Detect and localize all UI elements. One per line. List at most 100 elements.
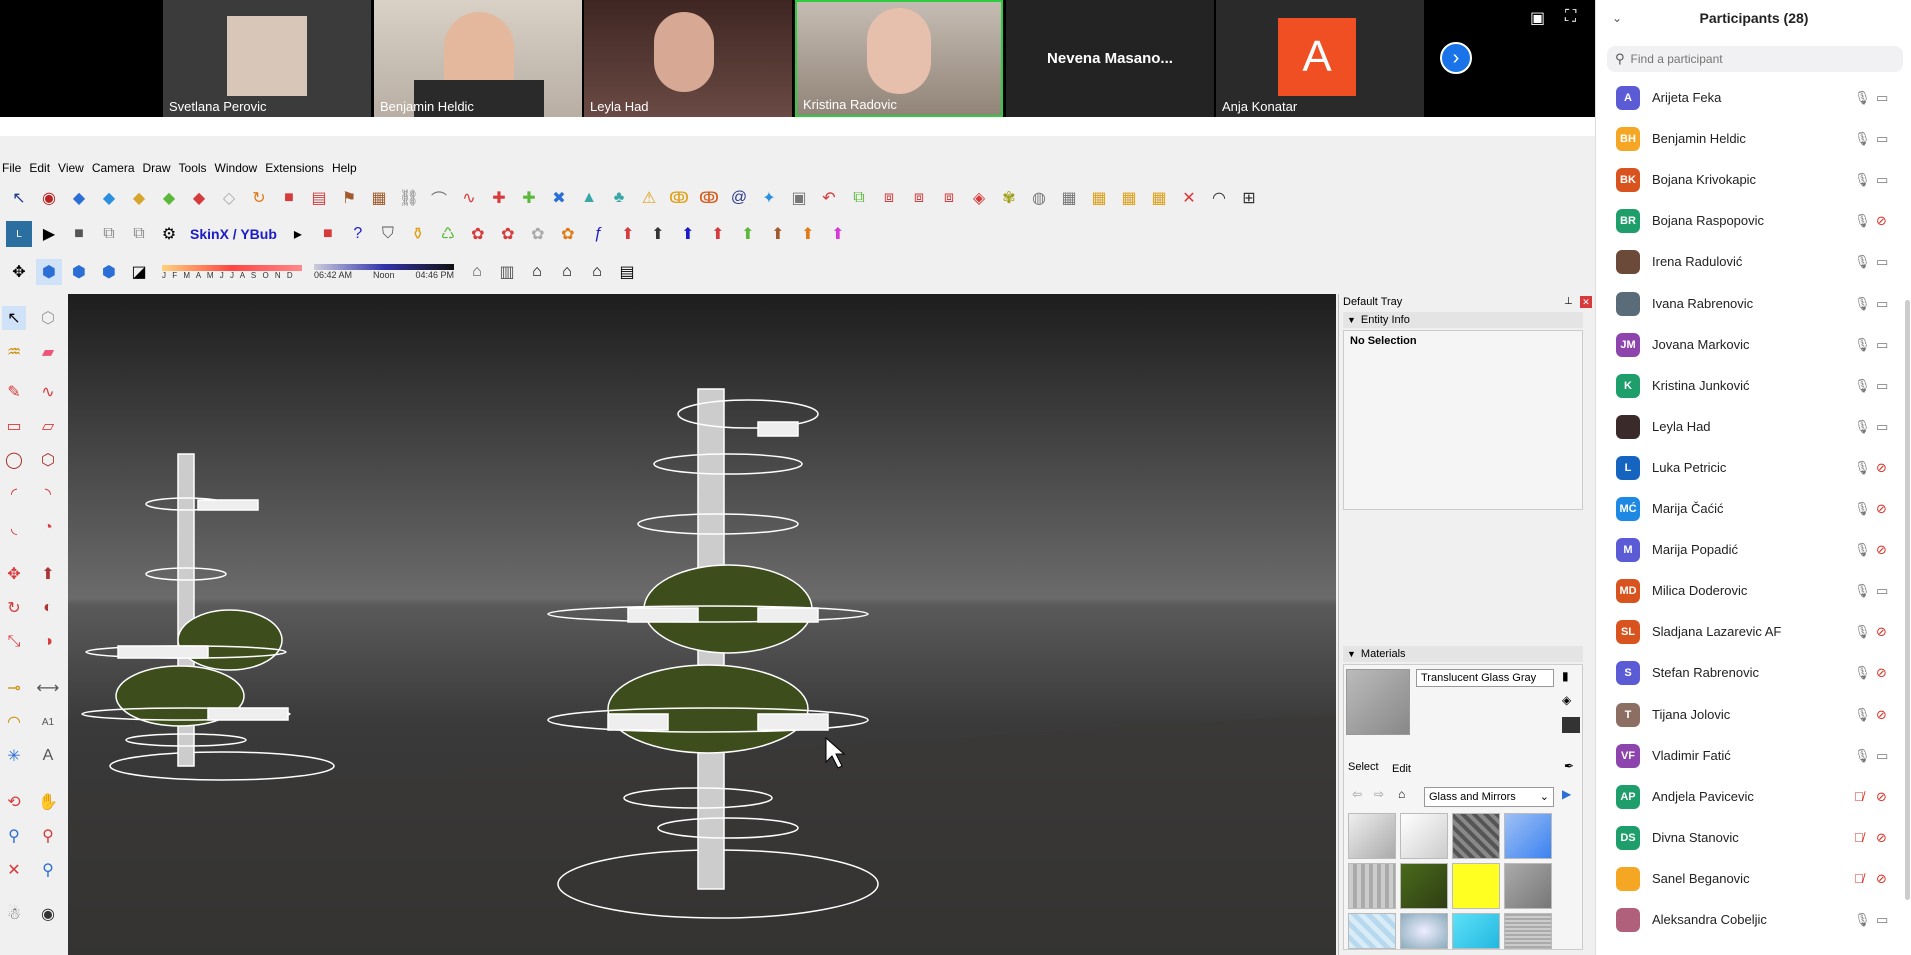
gear-red-icon[interactable]: ✿: [465, 221, 491, 247]
gear-icon[interactable]: ⚙: [156, 221, 182, 247]
material-swatch[interactable]: [1400, 913, 1448, 949]
mic-icon[interactable]: 🎙: [1854, 378, 1871, 394]
push-pull-icon[interactable]: ⬆: [36, 562, 60, 586]
materials-header[interactable]: ▼ Materials: [1343, 646, 1583, 662]
grid-select-icon[interactable]: ⊞: [1236, 185, 1262, 211]
axis-icon[interactable]: ⬆: [735, 221, 761, 247]
grid-orange-icon[interactable]: ▦: [1086, 185, 1112, 211]
arc3-icon[interactable]: ◟: [2, 516, 26, 540]
skinx-label[interactable]: SkinX / YBub: [186, 226, 281, 242]
home-icon[interactable]: ⌂: [1398, 787, 1405, 801]
axes-icon[interactable]: ✳: [2, 744, 26, 768]
camera-icon[interactable]: ▭: [1876, 254, 1888, 270]
move-icon[interactable]: ✥: [2, 562, 26, 586]
participant-row[interactable]: K Kristina Junković 🎙 ▭: [1596, 365, 1901, 406]
participant-row[interactable]: Irena Radulović 🎙 ▭: [1596, 241, 1901, 282]
scrollbar[interactable]: [1905, 300, 1910, 900]
axis-icon[interactable]: ⬆: [825, 221, 851, 247]
axis-icon[interactable]: ⬆: [675, 221, 701, 247]
camera-icon[interactable]: ▭: [1876, 296, 1888, 312]
puzzle-icon[interactable]: ⧉: [846, 185, 872, 211]
camera-icon[interactable]: ▭: [1876, 912, 1888, 928]
record-icon[interactable]: ■: [315, 221, 341, 247]
axis-icon[interactable]: ⬆: [795, 221, 821, 247]
camera-remove-icon[interactable]: ⧉: [126, 221, 152, 247]
bag-icon[interactable]: ⚱: [405, 221, 431, 247]
explode-icon[interactable]: ✕: [1176, 185, 1202, 211]
collapse-icon[interactable]: ▼: [1347, 649, 1356, 659]
grid-orange-icon[interactable]: ▦: [1146, 185, 1172, 211]
tab-edit[interactable]: Edit: [1392, 763, 1411, 775]
view-front-icon[interactable]: ⬢: [96, 259, 122, 285]
house-outline-icon[interactable]: ⌂: [584, 259, 610, 285]
arrow-right-icon[interactable]: ▸: [285, 221, 311, 247]
lumion-icon[interactable]: L: [6, 221, 32, 247]
eraser-icon[interactable]: ▰: [36, 340, 60, 364]
cross-red-icon[interactable]: ✚: [486, 185, 512, 211]
grid-box-icon[interactable]: ▦: [1056, 185, 1082, 211]
tag-icon[interactable]: ◈: [966, 185, 992, 211]
help-icon[interactable]: ?: [345, 221, 371, 247]
mic-icon[interactable]: 🎙: [1854, 748, 1871, 764]
shadow-settings[interactable]: J F M A M J J A S O N D 06:42 AM Noon 04…: [156, 264, 460, 280]
square-icon[interactable]: ■: [276, 185, 302, 211]
make-component-icon[interactable]: ⬡: [36, 306, 60, 330]
participant-row[interactable]: Leyla Had 🎙 ▭: [1596, 406, 1901, 447]
circle-icon[interactable]: ◯: [2, 448, 26, 472]
mic-icon[interactable]: 🎙: [1854, 542, 1871, 558]
cross-green-icon[interactable]: ✚: [516, 185, 542, 211]
video-tile[interactable]: Nevena Masano...: [1006, 0, 1214, 117]
camera-add-icon[interactable]: ⧉: [96, 221, 122, 247]
camera-icon[interactable]: ▭: [1876, 90, 1888, 106]
pie-icon[interactable]: ◔: [36, 516, 60, 540]
camera-icon[interactable]: ▭: [1876, 419, 1888, 435]
camera-icon[interactable]: ▭: [1876, 748, 1888, 764]
menu-edit[interactable]: Edit: [27, 161, 56, 175]
plane-red-icon[interactable]: ◆: [186, 185, 212, 211]
zoom-extents-icon[interactable]: ✕: [2, 858, 26, 882]
select-tool-icon[interactable]: ↖: [6, 185, 32, 211]
plane-yellow-icon[interactable]: ◆: [126, 185, 152, 211]
material-swatch[interactable]: [1452, 813, 1500, 859]
storage-icon[interactable]: ▤: [614, 259, 640, 285]
previous-view-icon[interactable]: ⚲: [36, 858, 60, 882]
view-iso-icon[interactable]: ⬢: [36, 259, 62, 285]
spiral-icon[interactable]: @: [726, 185, 752, 211]
participant-row[interactable]: L Luka Petricic 🎙 ⊘: [1596, 447, 1901, 488]
zoom-window-icon[interactable]: ⚲: [36, 824, 60, 848]
select-icon[interactable]: ↖: [2, 306, 26, 330]
arc-icon[interactable]: ◜: [2, 482, 26, 506]
participant-row[interactable]: BR Bojana Raspopovic 🎙 ⊘: [1596, 200, 1901, 241]
dimension-icon[interactable]: ⟷: [36, 676, 60, 700]
mic-icon[interactable]: 🎙: [1854, 665, 1871, 681]
next-page-arrow-icon[interactable]: ›: [1440, 42, 1472, 74]
chain-icon[interactable]: ⛓: [396, 185, 422, 211]
menu-help[interactable]: Help: [330, 161, 363, 175]
participant-row[interactable]: DS Divna Stanovic 🎙̸ ⊘: [1596, 817, 1901, 858]
forward-arrow-icon[interactable]: ⇨: [1374, 787, 1384, 801]
shield-icon[interactable]: ⛉: [375, 221, 401, 247]
participant-row[interactable]: VF Vladimir Fatić 🎙 ▭: [1596, 735, 1901, 776]
default-material-icon[interactable]: [1562, 717, 1580, 733]
material-swatch[interactable]: [1504, 863, 1552, 909]
cross-blue-icon[interactable]: ✖: [546, 185, 572, 211]
camera-off-icon[interactable]: ⊘: [1876, 871, 1887, 887]
lasso-icon[interactable]: ↂ: [666, 185, 692, 211]
participant-row[interactable]: Aleksandra Cobeljic 🎙 ▭: [1596, 899, 1901, 940]
mic-icon[interactable]: 🎙: [1854, 90, 1871, 106]
warehouse-icon[interactable]: ⌂: [464, 259, 490, 285]
pan-icon[interactable]: ✋: [36, 790, 60, 814]
participant-row[interactable]: A Arijeta Feka 🎙 ▭: [1596, 77, 1901, 118]
mic-icon[interactable]: 🎙: [1854, 419, 1871, 435]
video-tile[interactable]: Leyla Had: [584, 0, 792, 117]
arc2-icon[interactable]: ◝: [36, 482, 60, 506]
details-icon[interactable]: ▶: [1562, 787, 1571, 801]
participant-row[interactable]: MĆ Marija Čaćić 🎙 ⊘: [1596, 488, 1901, 529]
scale-icon[interactable]: ⤡: [2, 630, 26, 654]
camera-icon[interactable]: ▭: [1876, 172, 1888, 188]
rotated-rectangle-icon[interactable]: ▱: [36, 414, 60, 438]
participant-row[interactable]: BH Benjamin Heldic 🎙 ▭: [1596, 118, 1901, 159]
gear-red-icon[interactable]: ✿: [495, 221, 521, 247]
material-swatch[interactable]: [1348, 913, 1396, 949]
video-tile[interactable]: Kristina Radovic: [795, 0, 1003, 117]
